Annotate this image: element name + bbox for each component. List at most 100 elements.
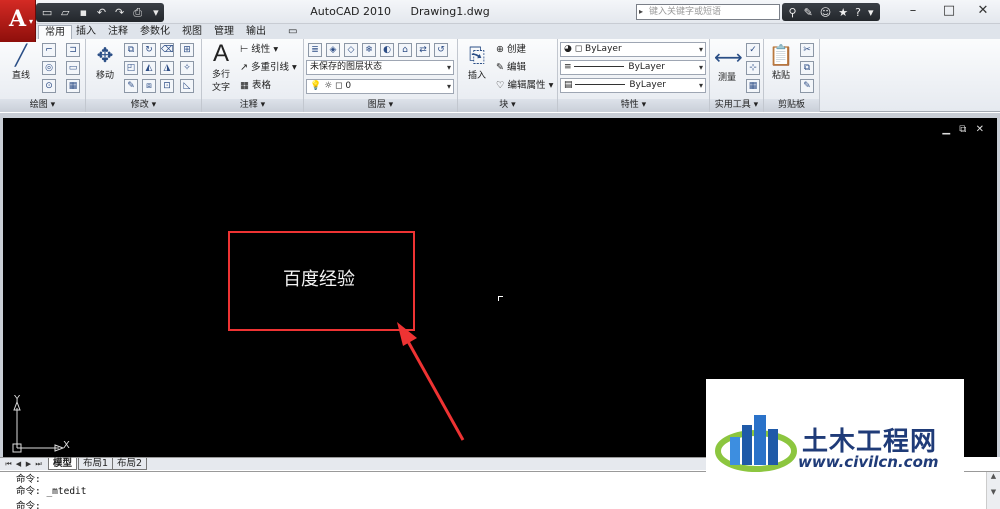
panel-clipboard: 📋 粘贴 ✂ ⧉ ✎ 剪贴板 — [764, 39, 820, 112]
command-scrollbar[interactable]: ▲ ▼ — [986, 472, 1000, 509]
linetype-dropdown[interactable]: ≡ ByLayer ▾ — [560, 60, 706, 75]
user-icon[interactable]: ☺ — [820, 6, 831, 19]
layer-state-icon[interactable]: ◈ — [326, 43, 340, 57]
layer-freeze-icon[interactable]: ❄ — [362, 43, 376, 57]
help-icon[interactable]: ? — [855, 6, 861, 19]
ribbon: ╱ 直线 ⌐ ⊐ ◎ ▭ ⊙ ▦ 绘图 ▾ ✥ 移动 ⧉ ↻ ⌫ ⊞ ◰ ◭ ◮… — [0, 39, 1000, 112]
linetype-icon: ≡ — [564, 62, 575, 72]
ribbon-minimize-icon[interactable]: ▭ — [282, 25, 303, 39]
search-arrow-icon: ▸ — [639, 7, 644, 16]
layer-iso-icon[interactable]: ◇ — [344, 43, 358, 57]
rectangle-icon[interactable]: ▭ — [66, 61, 80, 75]
search-input[interactable]: ▸ 键入关键字或短语 — [636, 4, 780, 20]
next-tab-icon[interactable]: ▶ — [24, 458, 33, 470]
star-icon[interactable]: ★ — [838, 6, 848, 19]
linear-dim-button[interactable]: ⊢ 线性 ▾ — [240, 43, 278, 57]
layer-previous-icon[interactable]: ↺ — [434, 43, 448, 57]
tab-layout1[interactable]: 布局1 — [78, 458, 114, 470]
close-button[interactable]: ✕ — [968, 2, 998, 22]
help-dropdown-icon[interactable]: ▾ — [868, 6, 874, 19]
move-button[interactable]: ✥ 移动 — [90, 42, 120, 81]
calculator-icon[interactable]: ▦ — [746, 79, 760, 93]
quick-select-icon[interactable]: ✓ — [746, 43, 760, 57]
mtext-button[interactable]: A 多行 文字 — [206, 41, 236, 94]
tab-model[interactable]: 模型 — [48, 458, 78, 470]
app-name: AutoCAD 2010 — [310, 5, 391, 18]
trim-icon[interactable]: ⌫ — [160, 43, 174, 57]
copy-icon[interactable]: ⧉ — [124, 43, 138, 57]
minimize-button[interactable]: – — [898, 2, 928, 22]
panel-utilities-label[interactable]: 实用工具 ▾ — [710, 99, 763, 112]
erase-icon[interactable]: ⊡ — [160, 79, 174, 93]
maximize-button[interactable]: □ — [934, 2, 964, 22]
command-prompt[interactable]: 命令: — [16, 501, 41, 509]
panel-block-label[interactable]: 块 ▾ — [458, 99, 557, 112]
search-placeholder: 键入关键字或短语 — [649, 7, 722, 17]
match-properties-icon[interactable]: ✎ — [800, 79, 814, 93]
hatch-icon[interactable]: ▦ — [66, 79, 80, 93]
scale-icon[interactable]: ◰ — [124, 61, 138, 75]
move-label: 移动 — [95, 71, 114, 81]
tab-annotate[interactable]: 注释 — [102, 25, 134, 39]
lineweight-dropdown[interactable]: ▤ ByLayer ▾ — [560, 78, 706, 93]
insert-block-button[interactable]: ⎘ 插入 — [462, 42, 492, 81]
mtext-object[interactable]: 百度经验 — [283, 265, 355, 291]
create-block-button[interactable]: ⊕ 创建 — [496, 43, 526, 57]
polyline-icon[interactable]: ⌐ — [42, 43, 56, 57]
line-button[interactable]: ╱ 直线 — [6, 42, 36, 81]
tab-parametric[interactable]: 参数化 — [134, 25, 176, 39]
ribbon-tabs: 常用 插入 注释 参数化 视图 管理 输出 ▭ — [0, 24, 1000, 39]
panel-modify-label[interactable]: 修改 ▾ — [86, 99, 201, 112]
measure-icon: ⟷ — [714, 45, 743, 69]
tab-manage[interactable]: 管理 — [208, 25, 240, 39]
layer-off-icon[interactable]: ◐ — [380, 43, 394, 57]
current-layer-dropdown[interactable]: 💡 ☼ ◻ 0 ▾ — [306, 79, 454, 94]
paste-button[interactable]: 📋 粘贴 — [766, 42, 796, 81]
array-icon[interactable]: ⊞ — [180, 43, 194, 57]
tab-view[interactable]: 视图 — [176, 25, 208, 39]
panel-annotation-label[interactable]: 注释 ▾ — [202, 99, 303, 112]
prev-tab-icon[interactable]: ◀ — [14, 458, 23, 470]
fillet-icon[interactable]: ◮ — [160, 61, 174, 75]
wrench-icon[interactable]: ✎ — [804, 6, 813, 19]
rotate-icon[interactable]: ↻ — [142, 43, 156, 57]
ellipse-icon[interactable]: ⊙ — [42, 79, 56, 93]
tab-insert[interactable]: 插入 — [70, 25, 102, 39]
cut-icon[interactable]: ✂ — [800, 43, 814, 57]
tab-output[interactable]: 输出 — [240, 25, 272, 39]
application-menu-button[interactable]: A ▾ — [0, 0, 36, 42]
rectangle-dropdown-icon[interactable]: ⊐ — [66, 43, 80, 57]
circle-icon[interactable]: ◎ — [42, 61, 56, 75]
panel-clipboard-label[interactable]: 剪贴板 — [764, 99, 819, 112]
mirror-icon[interactable]: ◭ — [142, 61, 156, 75]
select-similar-icon[interactable]: ⊹ — [746, 61, 760, 75]
layer-match-icon[interactable]: ⇄ — [416, 43, 430, 57]
tab-layout2[interactable]: 布局2 — [112, 458, 148, 470]
layer-state-dropdown[interactable]: 未保存的图层状态 ▾ — [306, 60, 454, 75]
binoculars-icon[interactable]: ⚲ — [789, 6, 797, 19]
layer-lock-icon[interactable]: ⌂ — [398, 43, 412, 57]
copy-clip-icon[interactable]: ⧉ — [800, 61, 814, 75]
file-name: Drawing1.dwg — [410, 5, 490, 18]
ucs-icon: Y X — [11, 394, 81, 459]
title-bar: A ▾ ▭ ▱ ▪ ↶ ↷ ⎙ ▾ AutoCAD 2010 Drawing1.… — [0, 0, 1000, 42]
multileader-button[interactable]: ↗ 多重引线 ▾ — [240, 61, 297, 75]
edit-attributes-button[interactable]: ♡ 编辑属性 ▾ — [496, 79, 553, 93]
stretch-icon[interactable]: ✎ — [124, 79, 138, 93]
mtext-label-1: 多行 — [211, 70, 230, 80]
explode-icon[interactable]: ✧ — [180, 61, 194, 75]
edit-block-button[interactable]: ✎ 编辑 — [496, 61, 526, 75]
first-tab-icon[interactable]: ⏮ — [4, 458, 13, 470]
panel-layers-label[interactable]: 图层 ▾ — [304, 99, 457, 112]
offset-icon[interactable]: ⧈ — [142, 79, 156, 93]
viewport-controls[interactable]: ▁ ⧉ ✕ — [942, 124, 987, 135]
layer-properties-icon[interactable]: ≣ — [308, 43, 322, 57]
last-tab-icon[interactable]: ⏭ — [34, 458, 43, 470]
measure-button[interactable]: ⟷ 测量 — [712, 44, 743, 83]
color-dropdown[interactable]: ◕ ◻ ByLayer ▾ — [560, 42, 706, 57]
tab-home[interactable]: 常用 — [38, 25, 72, 39]
table-button[interactable]: ▦ 表格 — [240, 79, 271, 93]
panel-draw-label[interactable]: 绘图 ▾ — [0, 99, 85, 112]
chamfer-icon[interactable]: ◺ — [180, 79, 194, 93]
panel-properties-label[interactable]: 特性 ▾ — [558, 99, 709, 112]
